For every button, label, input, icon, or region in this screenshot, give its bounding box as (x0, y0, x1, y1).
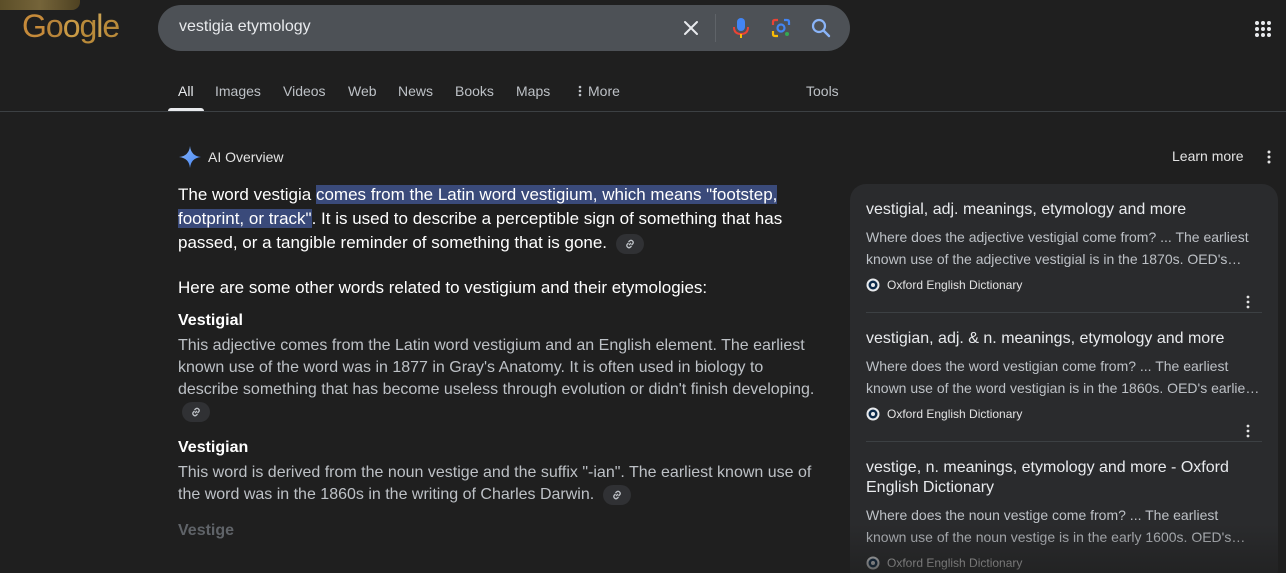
oed-logo-icon (866, 407, 880, 421)
source-snippet: known use of the adjective vestigial is … (866, 251, 1242, 267)
ai-overview-header: AI Overview (178, 145, 283, 169)
entry-term: Vestigian (178, 439, 249, 456)
tab-web[interactable]: Web (348, 83, 377, 99)
kebab-icon[interactable] (1262, 149, 1276, 165)
search-icon[interactable] (808, 15, 834, 41)
entry-description-text: This adjective comes from the Latin word… (178, 337, 815, 398)
tab-images[interactable]: Images (215, 83, 261, 99)
ai-overview-body: The word vestigia comes from the Latin w… (178, 183, 818, 542)
source-snippet: Where does the noun vestige come from? .… (866, 507, 1219, 523)
link-icon[interactable] (602, 484, 631, 505)
google-lens-icon[interactable] (768, 15, 794, 41)
entry-term: Vestigial (178, 312, 243, 329)
card-divider (866, 312, 1262, 313)
source-attribution: Oxford English Dictionary (866, 554, 1262, 572)
ai-overview-intro: Here are some other words related to ves… (178, 278, 708, 297)
sparkle-icon (179, 146, 201, 168)
tab-all[interactable]: All (178, 83, 194, 99)
link-icon[interactable] (615, 233, 644, 254)
content-fade (170, 540, 830, 573)
oed-logo-icon (866, 556, 880, 570)
search-divider (715, 14, 716, 42)
source-snippet: known use of the word vestigian is in th… (866, 380, 1260, 396)
ai-overview-label: AI Overview (208, 149, 284, 165)
entry-description-text: This word is derived from the noun vesti… (178, 464, 812, 503)
apps-grid-icon[interactable] (1250, 16, 1276, 42)
source-name: Oxford English Dictionary (887, 278, 1023, 292)
source-name: Oxford English Dictionary (887, 556, 1023, 570)
card-divider (866, 441, 1262, 442)
tab-more-label: More (588, 83, 620, 99)
source-snippet: Where does the word vestigian come from?… (866, 358, 1229, 374)
source-title[interactable]: vestigial, adj. meanings, etymology and … (866, 200, 1262, 220)
source-title[interactable]: vestige, n. meanings, etymology and more… (866, 458, 1262, 498)
link-icon[interactable] (182, 401, 210, 422)
source-name: Oxford English Dictionary (887, 407, 1023, 421)
microphone-icon[interactable] (728, 15, 754, 41)
tab-news[interactable]: News (398, 83, 433, 99)
kebab-icon[interactable] (1242, 294, 1254, 310)
entry-description: This adjective comes from the Latin word… (178, 335, 818, 423)
tab-more[interactable]: More (578, 83, 620, 100)
source-card[interactable]: vestigian, adj. & n. meanings, etymology… (866, 329, 1262, 438)
ai-overview-lead: The word vestigia comes from the Latin w… (178, 183, 818, 255)
kebab-icon[interactable] (1242, 423, 1254, 439)
source-card[interactable]: vestige, n. meanings, etymology and more… (866, 458, 1262, 572)
tab-videos[interactable]: Videos (283, 83, 326, 99)
tab-books[interactable]: Books (455, 83, 494, 99)
oed-logo-icon (866, 278, 880, 292)
source-snippet: Where does the adjective vestigial come … (866, 229, 1249, 245)
source-attribution: Oxford English Dictionary (866, 405, 1262, 423)
source-card[interactable]: vestigial, adj. meanings, etymology and … (866, 200, 1262, 309)
google-logo[interactable]: Google (22, 8, 120, 45)
source-attribution: Oxford English Dictionary (866, 276, 1262, 294)
close-icon[interactable] (678, 15, 704, 41)
header: Google vestigia etymology All Images Vid… (0, 0, 1286, 112)
sources-panel: vestigial, adj. meanings, etymology and … (850, 184, 1278, 573)
search-box[interactable]: vestigia etymology (158, 5, 850, 51)
entry-description: This word is derived from the noun vesti… (178, 462, 818, 506)
tools-button[interactable]: Tools (806, 83, 839, 99)
lead-prefix: The word vestigia (178, 185, 316, 204)
active-tab-indicator (168, 108, 204, 111)
source-snippet: known use of the noun vestige is in the … (866, 529, 1246, 545)
search-input[interactable]: vestigia etymology (179, 18, 311, 36)
source-title[interactable]: vestigian, adj. & n. meanings, etymology… (866, 329, 1262, 349)
more-vert-icon (578, 84, 582, 100)
tab-maps[interactable]: Maps (516, 83, 550, 99)
learn-more-link[interactable]: Learn more (1172, 148, 1244, 164)
entry-term: Vestige (178, 522, 235, 539)
